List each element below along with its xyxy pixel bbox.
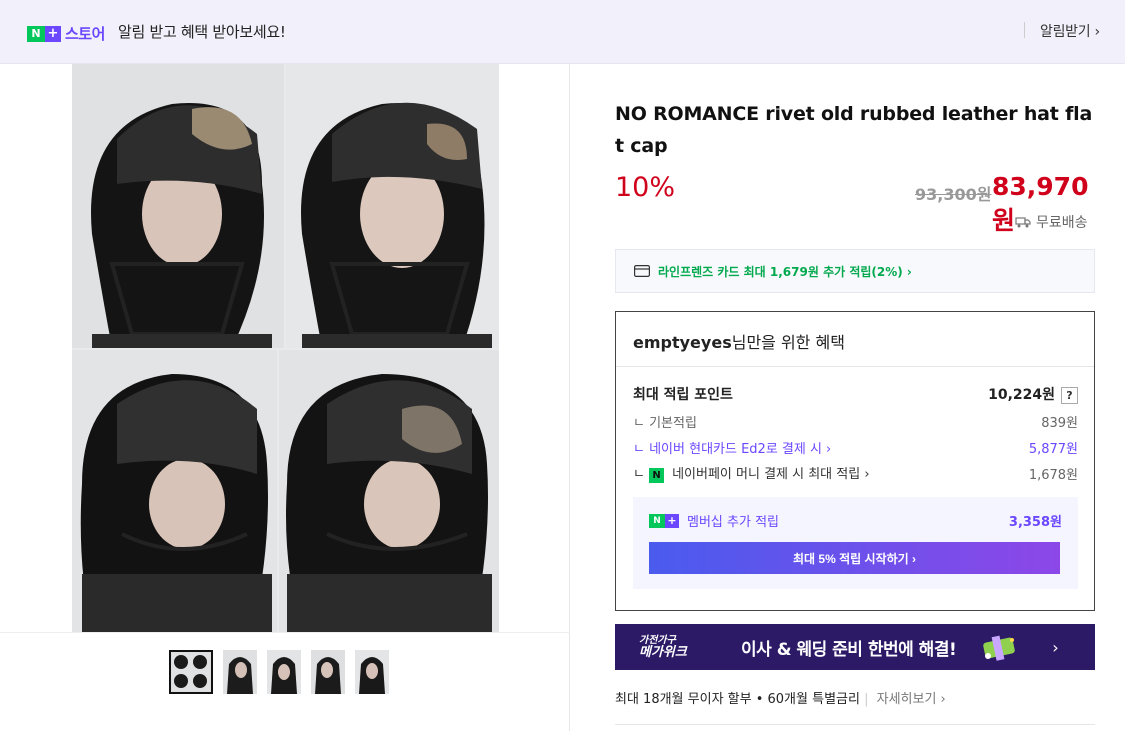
points-row-label: ㄴ 기본적립 (633, 416, 697, 431)
product-title: NO ROMANCE rivet old rubbed leather hat … (615, 103, 1093, 157)
chevron-right-icon: › (1052, 637, 1059, 657)
card-promo-box[interactable]: 라인프렌즈 카드 최대 1,679원 추가 적립(2%) › (615, 249, 1095, 293)
thumbnail-image (355, 650, 389, 694)
points-row-npay[interactable]: ㄴ N 네이버페이 머니 결제 시 최대 적립 › 1,678원 (633, 463, 1078, 483)
thumbnail-4[interactable] (311, 650, 345, 694)
separator (0, 632, 570, 633)
installment-info: 최대 18개월 무이자 할부 • 60개월 특별금리 | 자세히보기 › (615, 688, 946, 707)
card-promo-text: 라인프렌즈 카드 최대 1,679원 추가 적립(2%) › (658, 264, 912, 279)
credit-card-icon (634, 265, 650, 277)
notification-message: 알림 받고 혜택 받아보세요! (118, 23, 286, 41)
thumbnail-image (172, 653, 210, 691)
benefit-header-suffix: 님만을 위한 혜택 (731, 333, 845, 352)
points-row-label[interactable]: ㄴ N 네이버페이 머니 결제 시 최대 적립 › (633, 463, 870, 483)
plus-icon: + (665, 513, 679, 528)
thumbnail-1[interactable] (169, 650, 213, 694)
max-points-value: 10,224원 (988, 387, 1055, 403)
delivery-info: 무료배송 (1015, 212, 1088, 232)
points-row-basic: ㄴ 기본적립 839원 (633, 412, 1078, 431)
store-label: 스토어 (65, 25, 105, 43)
thumbnail-5[interactable] (355, 650, 389, 694)
installment-text: 최대 18개월 무이자 할부 • 60개월 특별금리 (615, 692, 860, 707)
benefit-box: emptyeyes님만을 위한 혜택 최대 적립 포인트 10,224원? ㄴ … (615, 311, 1095, 611)
membership-row: N + 멤버십 추가 적립 3,358원 (649, 511, 1062, 530)
max-points-row: 최대 적립 포인트 10,224원? (633, 384, 1078, 404)
points-row-text[interactable]: 네이버 현대카드 Ed2로 결제 시 › (649, 442, 831, 457)
thumbnail-3[interactable] (267, 650, 301, 694)
truck-icon (1015, 217, 1031, 228)
membership-box: N + 멤버십 추가 적립 3,358원 최대 5% 적립 시작하기 › (633, 497, 1078, 589)
banner-logo-line2: 메가위크 (639, 645, 687, 660)
max-points-value-wrap: 10,224원? (988, 384, 1078, 404)
points-row-card[interactable]: ㄴ 네이버 현대카드 Ed2로 결제 시 › 5,877원 (633, 438, 1078, 457)
discount-rate: 10% (615, 172, 676, 203)
gift-icon (983, 635, 1015, 661)
thumbnail-strip (169, 650, 389, 694)
username: emptyeyes (633, 333, 732, 352)
installment-more-link[interactable]: 자세히보기 › (877, 692, 946, 707)
membership-label: 멤버십 추가 적립 (687, 515, 779, 530)
benefit-header: emptyeyes님만을 위한 혜택 (616, 312, 1094, 367)
product-photo-collage (72, 64, 499, 632)
banner-text: 이사 & 웨딩 준비 한번에 해결! (741, 639, 957, 660)
banner-logo: 가전가구 메가위크 (615, 635, 707, 659)
membership-value: 3,358원 (1008, 515, 1062, 530)
help-icon[interactable]: ? (1061, 387, 1078, 404)
notify-button[interactable]: 알림받기 › (1040, 21, 1100, 41)
start-membership-button[interactable]: 최대 5% 적립 시작하기 › (649, 542, 1060, 574)
naver-plus-store-logo[interactable]: N + 스토어 (27, 23, 105, 44)
separator (615, 724, 1095, 725)
points-row-value: 5,877원 (1028, 442, 1078, 457)
thumbnail-2[interactable] (223, 650, 257, 694)
top-notification-bar: N + 스토어 알림 받고 혜택 받아보세요! 알림받기 › (0, 0, 1125, 64)
main-product-image[interactable] (72, 64, 499, 632)
points-row-value: 1,678원 (1028, 467, 1078, 483)
thumbnail-image (267, 650, 301, 694)
points-row-text: 기본적립 (649, 416, 697, 431)
plus-icon: + (45, 25, 61, 42)
naver-n-icon: N (27, 25, 45, 42)
delivery-label: 무료배송 (1036, 215, 1088, 231)
divider (1024, 22, 1025, 38)
points-row-label[interactable]: ㄴ 네이버 현대카드 Ed2로 결제 시 › (633, 438, 831, 457)
product-gallery (0, 64, 570, 731)
mega-week-banner[interactable]: 가전가구 메가위크 이사 & 웨딩 준비 한번에 해결! › (615, 624, 1095, 670)
thumbnail-image (311, 650, 345, 694)
naverpay-icon: N (649, 468, 665, 483)
points-row-value: 839원 (1041, 416, 1078, 431)
naver-n-icon: N (649, 513, 665, 528)
max-points-label: 최대 적립 포인트 (633, 387, 733, 403)
thumbnail-image (223, 650, 257, 694)
divider: | (864, 692, 869, 707)
membership-label-wrap: N + 멤버십 추가 적립 (649, 511, 779, 530)
original-price: 93,300원 (915, 185, 992, 204)
points-row-text[interactable]: 네이버페이 머니 결제 시 최대 적립 › (672, 467, 869, 482)
